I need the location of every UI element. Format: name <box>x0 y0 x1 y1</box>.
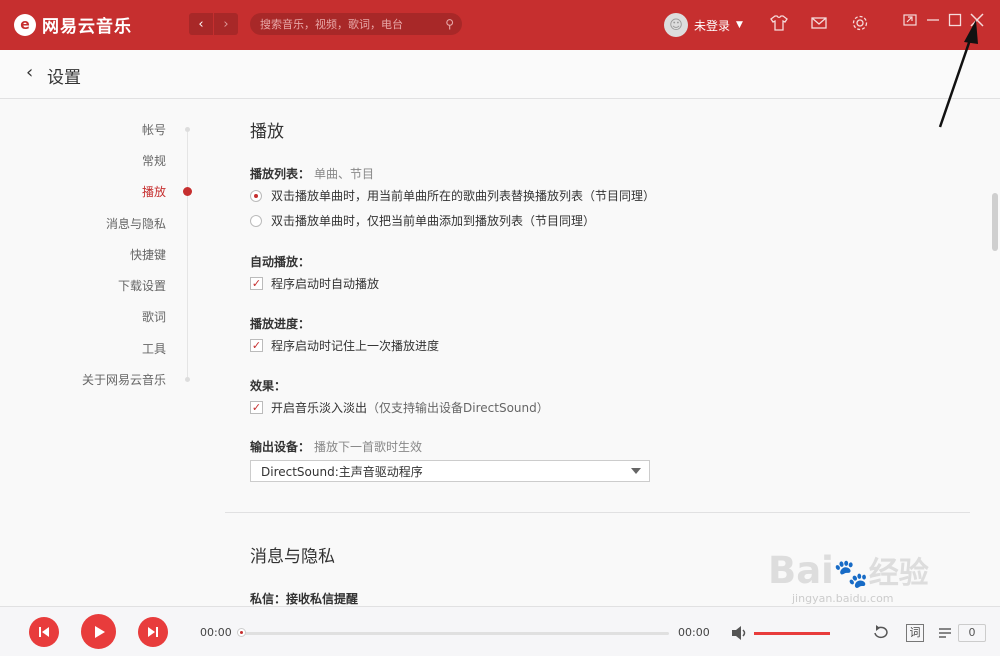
settings-content: 播放 播放列表： 单曲、节目 双击播放单曲时，用当前单曲所在的歌曲列表替换播放列表… <box>225 99 990 606</box>
play-icon <box>94 625 105 638</box>
output-label: 输出设备： 播放下一首歌时生效 <box>250 438 422 455</box>
search-box[interactable]: ⚲ <box>250 13 462 35</box>
nav-dot <box>185 377 190 382</box>
chevron-down-icon[interactable]: ▼ <box>736 20 743 30</box>
annotation-arrow <box>938 20 978 128</box>
radio-replace-playlist[interactable]: 双击播放单曲时，用当前单曲所在的歌曲列表替换播放列表（节目同理） <box>250 187 655 204</box>
watermark-brand: 经验 <box>868 556 929 591</box>
watermark-url: jingyan.baidu.com <box>792 592 894 605</box>
sidebar-item-account[interactable]: 帐号 <box>142 121 166 138</box>
avatar[interactable]: ☺ <box>664 13 688 37</box>
playlist-icon[interactable] <box>937 625 953 645</box>
history-nav: ‹ › <box>189 13 238 35</box>
user-menu[interactable]: ☺ 未登录 ▼ <box>664 13 743 37</box>
checkbox-label: 程序启动时自动播放 <box>271 277 380 291</box>
sidebar-item-download[interactable]: 下载设置 <box>118 277 166 294</box>
checkbox-label: 开启音乐淡入淡出 <box>271 401 368 415</box>
previous-track-button[interactable] <box>29 617 59 647</box>
playlist-hint: 单曲、节目 <box>314 167 375 181</box>
forward-button[interactable]: › <box>214 13 238 35</box>
app-logo[interactable]: e 网易云音乐 <box>14 12 132 37</box>
playlist-count[interactable]: 0 <box>958 624 986 642</box>
nav-timeline <box>187 129 188 379</box>
radio-label: 双击播放单曲时，用当前单曲所在的歌曲列表替换播放列表（节目同理） <box>271 189 656 203</box>
progress-knob[interactable] <box>237 628 246 637</box>
output-label-text: 输出设备： <box>250 440 311 454</box>
paw-logo-icon: 🐾 <box>833 557 869 590</box>
autoplay-checkbox[interactable]: ✓ 程序启动时自动播放 <box>250 275 379 292</box>
output-device-value: DirectSound:主声音驱动程序 <box>261 464 423 479</box>
playlist-label-text: 播放列表： <box>250 167 311 181</box>
radio-label: 双击播放单曲时，仅把当前单曲添加到播放列表（节目同理） <box>271 214 596 228</box>
chevron-left-icon[interactable]: ‹ <box>26 62 33 83</box>
page-header: ‹ 设置 <box>0 50 1000 99</box>
section-title-play: 播放 <box>250 122 284 142</box>
app-name: 网易云音乐 <box>42 17 132 37</box>
search-icon[interactable]: ⚲ <box>445 17 454 31</box>
checkbox-label: 程序启动时记住上一次播放进度 <box>271 339 440 353</box>
next-icon <box>148 627 158 637</box>
search-input[interactable] <box>258 16 446 32</box>
page-title: 设置 <box>47 68 81 88</box>
player-bar: 00:00 00:00 词 0 <box>0 606 1000 656</box>
nav-dot-active <box>183 187 192 196</box>
volume-level <box>754 632 830 635</box>
radio-append-playlist[interactable]: 双击播放单曲时，仅把当前单曲添加到播放列表（节目同理） <box>250 212 595 229</box>
radio-button[interactable] <box>250 214 262 227</box>
autoplay-label: 自动播放： <box>250 255 311 269</box>
settings-sidebar: 帐号 常规 播放 消息与隐私 快捷键 下载设置 歌词 工具 关于网易云音乐 <box>0 99 225 606</box>
watermark-text: Bai <box>768 549 834 592</box>
loop-mode-icon[interactable] <box>872 625 890 645</box>
total-time: 00:00 <box>678 626 710 639</box>
next-track-button[interactable] <box>138 617 168 647</box>
current-time: 00:00 <box>200 626 232 639</box>
playlist-label: 播放列表： 单曲、节目 <box>250 165 374 182</box>
sidebar-item-shortcuts[interactable]: 快捷键 <box>130 246 166 263</box>
mail-icon[interactable] <box>810 14 828 36</box>
play-button[interactable] <box>81 614 116 649</box>
back-button[interactable]: ‹ <box>189 13 214 35</box>
volume-icon[interactable] <box>731 625 749 645</box>
message-hint: 接收私信提醒 <box>286 592 359 606</box>
checkmark-icon[interactable]: ✓ <box>250 339 263 352</box>
login-status[interactable]: 未登录 <box>694 17 730 34</box>
progress-bar[interactable] <box>237 628 669 637</box>
dropdown-arrow-icon[interactable] <box>631 468 641 474</box>
scrollbar[interactable] <box>990 99 1000 606</box>
checkmark-icon[interactable]: ✓ <box>250 401 263 414</box>
nav-dot <box>185 127 190 132</box>
title-bar: e 网易云音乐 ‹ › ⚲ ☺ 未登录 ▼ <box>0 0 1000 50</box>
message-label-text: 私信： <box>250 592 287 606</box>
gear-icon[interactable] <box>851 14 869 36</box>
fade-checkbox[interactable]: ✓ 开启音乐淡入淡出 （仅支持输出设备DirectSound） <box>250 399 549 416</box>
previous-icon <box>39 627 49 637</box>
output-hint: 播放下一首歌时生效 <box>314 440 423 454</box>
lyrics-button[interactable]: 词 <box>906 624 924 642</box>
progress-label: 播放进度： <box>250 317 311 331</box>
output-device-select[interactable]: DirectSound:主声音驱动程序 <box>250 460 650 482</box>
volume-slider[interactable] <box>754 632 830 635</box>
checkmark-icon[interactable]: ✓ <box>250 277 263 290</box>
checkbox-note: （仅支持输出设备DirectSound） <box>367 401 549 415</box>
netease-logo-icon: e <box>14 13 36 36</box>
section-divider <box>225 512 970 513</box>
mini-mode-icon[interactable] <box>903 13 917 31</box>
sidebar-item-play[interactable]: 播放 <box>142 183 166 200</box>
scrollbar-thumb[interactable] <box>992 193 998 251</box>
sidebar-item-lyrics[interactable]: 歌词 <box>142 308 166 325</box>
effect-label: 效果： <box>250 379 287 393</box>
remember-progress-checkbox[interactable]: ✓ 程序启动时记住上一次播放进度 <box>250 337 439 354</box>
sidebar-item-tools[interactable]: 工具 <box>142 340 166 357</box>
baidu-watermark: Bai🐾经验 jingyan.baidu.com <box>768 548 929 605</box>
radio-button-checked[interactable] <box>250 189 262 202</box>
section-title-privacy: 消息与隐私 <box>250 547 335 567</box>
message-label: 私信：接收私信提醒 <box>250 590 358 607</box>
sidebar-item-privacy[interactable]: 消息与隐私 <box>106 215 166 232</box>
sidebar-item-general[interactable]: 常规 <box>142 152 166 169</box>
shirt-icon[interactable] <box>770 14 788 36</box>
sidebar-item-about[interactable]: 关于网易云音乐 <box>82 371 166 388</box>
